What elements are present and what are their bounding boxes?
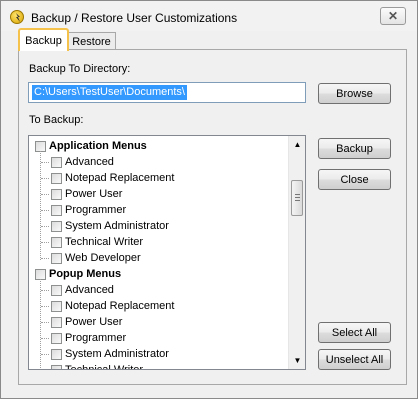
backup-button[interactable]: Backup	[318, 138, 391, 159]
tree-connector-line	[40, 279, 41, 369]
tree-item[interactable]: Programmer	[51, 330, 126, 346]
tree-connector-line	[41, 290, 49, 291]
item-checkbox[interactable]	[51, 284, 62, 296]
backup-directory-label: Backup To Directory:	[29, 63, 131, 75]
item-label: Notepad Replacement	[65, 172, 175, 184]
item-checkbox[interactable]	[51, 316, 62, 328]
tree-item[interactable]: Notepad Replacement	[51, 298, 174, 314]
tree-item[interactable]: System Administrator	[51, 346, 169, 362]
tree-connector-line	[41, 338, 49, 339]
tree-connector-line	[41, 322, 49, 323]
item-checkbox[interactable]	[51, 300, 62, 312]
tree-item[interactable]: Technical Writer	[51, 234, 143, 250]
item-label: System Administrator	[65, 348, 169, 360]
item-label: Advanced	[65, 156, 114, 168]
item-label: System Administrator	[65, 220, 169, 232]
tab-restore[interactable]: Restore	[67, 32, 116, 50]
tree-item[interactable]: Advanced	[51, 154, 114, 170]
group-checkbox[interactable]	[35, 140, 46, 152]
item-label: Advanced	[65, 284, 114, 296]
item-label: Programmer	[65, 204, 127, 216]
tree-connector-line	[41, 178, 49, 179]
tree-connector-line	[41, 210, 49, 211]
tree-content: Application Menus Advanced Notepad Replace…	[29, 136, 287, 369]
item-label: Programmer	[65, 332, 127, 344]
close-icon: ✕	[387, 9, 399, 23]
tree-item[interactable]: System Administrator	[51, 218, 169, 234]
tree-connector-line	[41, 258, 49, 259]
scroll-down-arrow-icon[interactable]: ▼	[289, 352, 305, 369]
tree-item[interactable]: Technical Writer	[51, 362, 143, 369]
close-window-button[interactable]: ✕	[380, 7, 406, 25]
scrollbar-thumb[interactable]	[291, 180, 303, 216]
item-checkbox[interactable]	[51, 188, 62, 200]
select-all-button[interactable]: Select All	[318, 322, 391, 343]
item-label: Web Developer	[65, 252, 141, 264]
tree-connector-line	[41, 226, 49, 227]
tree-item[interactable]: Advanced	[51, 282, 114, 298]
item-checkbox[interactable]	[51, 364, 62, 369]
item-label: Technical Writer	[65, 236, 144, 248]
tree-connector-line	[41, 306, 49, 307]
item-checkbox[interactable]	[51, 236, 62, 248]
item-label: Technical Writer	[65, 364, 143, 369]
close-button[interactable]: Close	[318, 169, 391, 190]
window-title: Backup / Restore User Customizations	[31, 11, 238, 25]
item-checkbox[interactable]	[51, 348, 62, 360]
backup-directory-input[interactable]: C:\Users\TestUser\Documents\	[28, 82, 306, 103]
tree-item[interactable]: Web Developer	[51, 250, 141, 266]
item-checkbox[interactable]	[51, 332, 62, 344]
scroll-up-arrow-icon[interactable]: ▲	[289, 136, 305, 153]
item-label: Notepad Replacement	[65, 300, 175, 312]
backup-directory-value: C:\Users\TestUser\Documents\	[32, 85, 187, 100]
tree-group[interactable]: Popup Menus	[35, 266, 121, 282]
item-checkbox[interactable]	[51, 204, 62, 216]
tab-backup-label: Backup	[25, 34, 62, 47]
item-checkbox[interactable]	[51, 220, 62, 232]
item-label: Power User	[65, 188, 123, 200]
dialog-window: Backup / Restore User Customizations ✕ B…	[0, 0, 418, 399]
item-checkbox[interactable]	[51, 156, 62, 168]
tree-connector-line	[41, 354, 49, 355]
browse-button[interactable]: Browse	[318, 83, 391, 104]
app-icon	[10, 10, 24, 24]
group-label: Popup Menus	[49, 268, 122, 280]
item-checkbox[interactable]	[51, 252, 62, 264]
tree-item[interactable]: Programmer	[51, 202, 126, 218]
tree-item[interactable]: Notepad Replacement	[51, 170, 174, 186]
tab-restore-label: Restore	[72, 35, 111, 48]
tree-item[interactable]: Power User	[51, 186, 122, 202]
title-bar[interactable]: Backup / Restore User Customizations ✕	[1, 1, 417, 31]
to-backup-label: To Backup:	[29, 114, 84, 126]
tree-vertical-scrollbar[interactable]: ▲ ▼	[288, 136, 305, 369]
tree-connector-line	[41, 194, 49, 195]
group-label: Application Menus	[49, 140, 147, 152]
tree-item[interactable]: Power User	[51, 314, 122, 330]
tree-connector-line	[41, 162, 49, 163]
item-label: Power User	[65, 316, 123, 328]
backup-items-tree: Application Menus Advanced Notepad Replace…	[28, 135, 306, 370]
tree-connector-line	[41, 242, 49, 243]
tree-group[interactable]: Application Menus	[35, 138, 147, 154]
tab-backup[interactable]: Backup	[18, 28, 69, 51]
unselect-all-button[interactable]: Unselect All	[318, 349, 391, 370]
group-checkbox[interactable]	[35, 268, 46, 280]
item-checkbox[interactable]	[51, 172, 62, 184]
tree-connector-line	[40, 151, 41, 260]
